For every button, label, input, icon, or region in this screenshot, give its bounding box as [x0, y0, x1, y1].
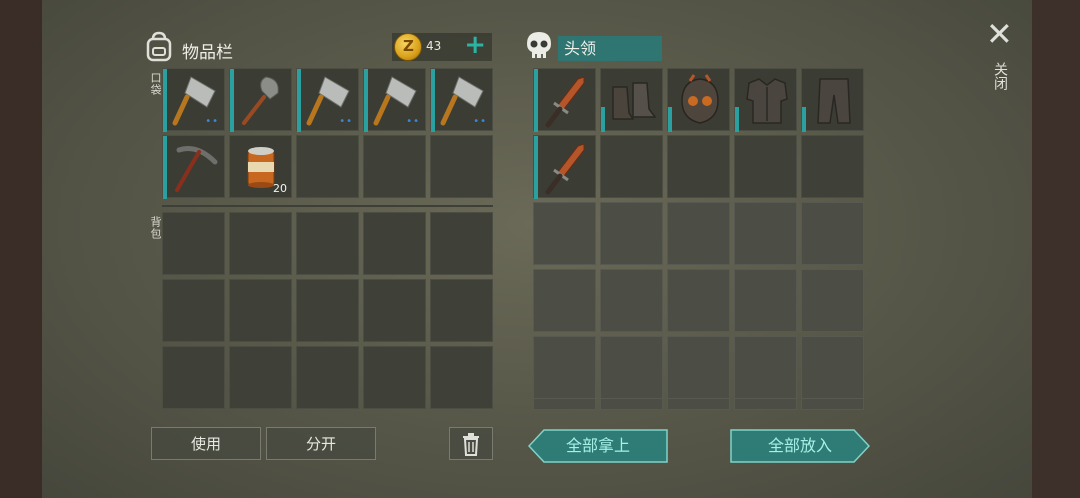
loot-slot[interactable] [667, 135, 730, 198]
skull-icon [527, 32, 551, 58]
loot-slot-locked [600, 269, 663, 332]
backpack-slot[interactable] [430, 212, 493, 275]
backpack-label: 背包 [149, 216, 162, 240]
split-button[interactable]: 分开 [266, 427, 376, 460]
backpack-slot[interactable] [162, 212, 225, 275]
backpack-slot[interactable] [363, 279, 426, 342]
loot-slot-locked [600, 202, 663, 265]
trash-button[interactable] [449, 427, 493, 460]
backpack-slot[interactable] [363, 212, 426, 275]
loot-slot-locked [801, 202, 864, 265]
loot-slot-locked [533, 336, 596, 399]
backpack-slot[interactable] [296, 279, 359, 342]
loot-slot-locked [734, 398, 797, 410]
leg-armor-icon [817, 78, 851, 124]
loot-slot-2[interactable] [600, 68, 663, 132]
pocket-backpack-divider [162, 205, 493, 207]
coin-balance: Z 43 + [392, 30, 492, 61]
loot-slot-locked [667, 398, 730, 410]
put-all-button[interactable]: 全部放入 [730, 429, 870, 463]
screen-edge-right [1032, 0, 1080, 498]
loot-slot-4[interactable] [734, 68, 797, 132]
backpack-slot[interactable] [430, 279, 493, 342]
backpack-slot[interactable] [296, 346, 359, 409]
loot-slot-locked [600, 398, 663, 410]
loot-container-name: 头领 [558, 36, 662, 61]
loot-slot-locked [667, 202, 730, 265]
chest-armor-icon [746, 78, 788, 124]
loot-slot[interactable] [801, 135, 864, 198]
take-all-button[interactable]: 全部拿上 [528, 429, 668, 463]
backpack-slot[interactable] [296, 212, 359, 275]
backpack-icon [146, 31, 172, 62]
loot-slot-locked [734, 269, 797, 332]
pocket-label: 口袋 [149, 72, 162, 96]
pickaxe-icon [175, 146, 218, 192]
dagger-icon [545, 76, 585, 128]
backpack-slot[interactable] [162, 346, 225, 409]
loot-slot-locked [533, 398, 596, 410]
dagger-icon [545, 143, 585, 195]
pocket-slot-10[interactable] [430, 135, 493, 198]
loot-slot-locked [801, 336, 864, 399]
loot-slot-locked [600, 336, 663, 399]
loot-slot-locked [801, 398, 864, 410]
screen-edge-left [0, 0, 42, 498]
pocket-slot-1[interactable]: •• [162, 68, 225, 132]
coin-count: 43 [426, 39, 442, 53]
pocket-slot-3[interactable]: •• [296, 68, 359, 132]
pocket-slot-7[interactable]: 20 [229, 135, 292, 198]
boots-icon [612, 82, 657, 120]
backpack-slot[interactable] [229, 279, 292, 342]
backpack-slot[interactable] [363, 346, 426, 409]
pocket-slot-4[interactable]: •• [363, 68, 426, 132]
use-button[interactable]: 使用 [151, 427, 261, 460]
loot-slot-locked [734, 202, 797, 265]
inventory-title: 物品栏 [182, 43, 233, 63]
loot-slot-locked [801, 269, 864, 332]
close-icon[interactable]: ✕ [986, 18, 1013, 50]
loot-slot-locked [667, 269, 730, 332]
close-button-label[interactable]: 关闭 [990, 62, 1010, 90]
loot-slot[interactable] [600, 135, 663, 198]
helmet-icon [681, 74, 719, 124]
loot-slot-locked [734, 336, 797, 399]
loot-slot-locked [667, 336, 730, 399]
loot-slot[interactable] [734, 135, 797, 198]
pocket-slot-9[interactable] [363, 135, 426, 198]
shovel-icon [242, 76, 279, 125]
loot-slot-3[interactable] [667, 68, 730, 132]
loot-slot-6[interactable] [533, 135, 596, 199]
pocket-slot-2[interactable] [229, 68, 292, 132]
loot-slot-5[interactable] [801, 68, 864, 132]
coin-icon: Z [394, 33, 422, 61]
pocket-slot-5[interactable]: •• [430, 68, 493, 132]
loot-slot-1[interactable] [533, 68, 596, 132]
backpack-slot[interactable] [430, 346, 493, 409]
pocket-slot-8[interactable] [296, 135, 359, 198]
backpack-slot[interactable] [162, 279, 225, 342]
trash-icon [463, 433, 479, 456]
add-coins-button[interactable]: + [464, 30, 486, 60]
pocket-slot-6[interactable] [162, 135, 225, 199]
backpack-slot[interactable] [229, 346, 292, 409]
backpack-slot[interactable] [229, 212, 292, 275]
loot-slot-locked [533, 269, 596, 332]
loot-slot-locked [533, 202, 596, 265]
